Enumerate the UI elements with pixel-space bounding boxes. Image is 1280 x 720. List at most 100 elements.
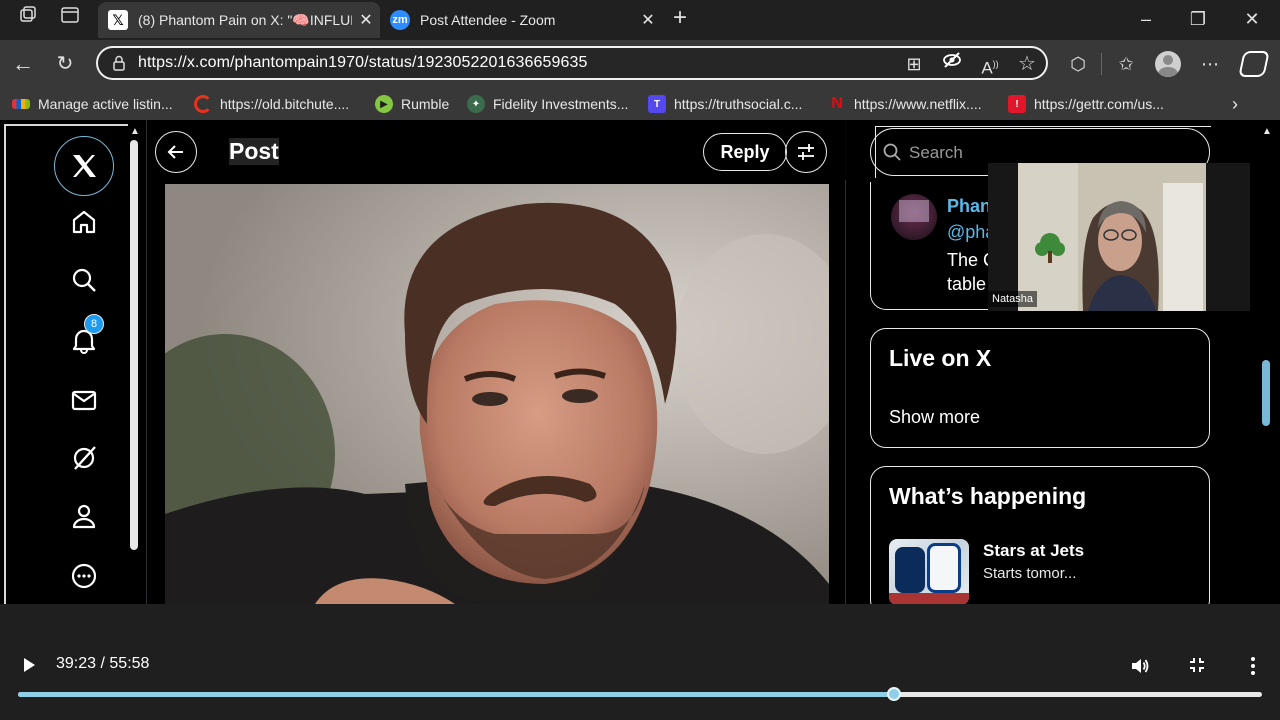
- whats-happening-card: What’s happening Stars at Jets Starts to…: [870, 466, 1210, 616]
- truthsocial-icon: T: [648, 95, 666, 113]
- extensions-icon[interactable]: ⬡: [1064, 50, 1092, 78]
- reply-button[interactable]: Reply: [703, 133, 787, 171]
- profile-name[interactable]: Phan: [947, 196, 991, 217]
- filter-settings-button[interactable]: [785, 131, 827, 173]
- new-tab-icon[interactable]: +: [666, 4, 694, 32]
- vertical-dots-icon: [1251, 657, 1255, 675]
- live-card-title: Live on X: [889, 345, 992, 371]
- bookmark-netflix[interactable]: N https://www.netflix....: [828, 94, 982, 114]
- workspaces-icon[interactable]: [14, 5, 42, 33]
- explore-icon[interactable]: [64, 260, 104, 300]
- more-bookmarks-chevron-icon[interactable]: ›: [1232, 94, 1238, 114]
- x-logo-icon[interactable]: [54, 136, 114, 196]
- netflix-icon: N: [831, 95, 843, 112]
- favorites-icon[interactable]: ✩: [1112, 50, 1140, 78]
- refresh-icon[interactable]: ↻: [51, 50, 79, 78]
- right-scroll-up-arrow-icon[interactable]: ▲: [1262, 126, 1272, 137]
- post-media-image[interactable]: [165, 184, 829, 604]
- exit-fullscreen-button[interactable]: [1188, 656, 1206, 679]
- site-info-icon[interactable]: [110, 54, 128, 72]
- profile-text-line2: table: [947, 274, 987, 294]
- volume-icon: [1132, 659, 1149, 673]
- tab-title: Post Attendee - Zoom: [420, 12, 556, 28]
- zoom-participant-video[interactable]: Natasha: [988, 163, 1250, 311]
- browser-toolbar: ← ↻ https://x.com/phantompain1970/status…: [0, 40, 1280, 88]
- bookmark-label: https://www.netflix....: [854, 96, 982, 112]
- copilot-icon[interactable]: [1238, 50, 1270, 78]
- bitchute-icon: [194, 95, 212, 113]
- participant-name-label: Natasha: [988, 291, 1037, 307]
- time-separator: /: [100, 655, 105, 672]
- bookmark-label: Manage active listin...: [38, 96, 173, 112]
- fidelity-icon: ✦: [467, 95, 485, 113]
- more-icon[interactable]: [64, 556, 104, 596]
- x-left-nav: 8: [4, 124, 128, 604]
- scroll-up-arrow-icon[interactable]: ▲: [130, 126, 140, 137]
- progress-thumb[interactable]: [886, 687, 901, 701]
- trend-thumbnail[interactable]: [889, 539, 969, 605]
- favorite-star-icon[interactable]: ☆: [1013, 50, 1041, 78]
- play-button[interactable]: [20, 656, 40, 676]
- progress-fill: [18, 692, 894, 697]
- close-tab-icon[interactable]: ✕: [352, 10, 380, 30]
- tab-title: (8) Phantom Pain on X: "🧠INFLUE: [138, 11, 352, 28]
- bookmark-label: https://gettr.com/us...: [1034, 96, 1164, 112]
- bookmarks-bar: Manage active listin... https://old.bitc…: [0, 88, 1280, 120]
- trend-subtitle: Starts tomor...: [983, 565, 1077, 582]
- post-header: Post Reply: [147, 120, 847, 180]
- close-tab-icon[interactable]: ✕: [634, 10, 662, 30]
- zoom-logo-icon: zm: [390, 10, 410, 30]
- multicolor-bar-icon: [12, 99, 30, 109]
- live-on-x-card: Live on X Show more: [870, 328, 1210, 448]
- avatar[interactable]: [891, 194, 937, 240]
- profile-avatar-icon[interactable]: [1154, 50, 1182, 78]
- left-scrollbar[interactable]: [130, 140, 138, 550]
- bookmark-bitchute[interactable]: https://old.bitchute....: [194, 94, 349, 114]
- grok-icon[interactable]: [64, 438, 104, 478]
- gettr-icon: !: [1008, 95, 1026, 113]
- tab-strip: 𝕏 (8) Phantom Pain on X: "🧠INFLUE ✕ zm P…: [0, 0, 1280, 40]
- bookmark-label: Fidelity Investments...: [493, 96, 629, 112]
- close-window-icon[interactable]: ✕: [1238, 5, 1266, 33]
- page-title: Post: [229, 138, 279, 165]
- bookmark-truthsocial[interactable]: T https://truthsocial.c...: [648, 94, 802, 114]
- right-scrollbar[interactable]: [1262, 360, 1270, 426]
- read-aloud-icon[interactable]: A)): [976, 50, 1004, 83]
- more-menu-icon[interactable]: ⋯: [1196, 50, 1224, 78]
- profile-icon[interactable]: [64, 496, 104, 536]
- restore-icon[interactable]: ❐: [1184, 5, 1212, 33]
- tab-zoom[interactable]: zm Post Attendee - Zoom ✕: [380, 2, 662, 38]
- search-placeholder: Search: [909, 143, 963, 162]
- trend-title[interactable]: Stars at Jets: [983, 541, 1084, 561]
- bookmark-gettr[interactable]: ! https://gettr.com/us...: [1008, 94, 1164, 114]
- bookmark-label: https://truthsocial.c...: [674, 96, 803, 112]
- play-icon: [24, 658, 35, 672]
- current-time: 39:23: [56, 655, 97, 672]
- tab-phantom-pain[interactable]: 𝕏 (8) Phantom Pain on X: "🧠INFLUE ✕: [98, 2, 380, 38]
- notifications-icon[interactable]: 8: [64, 314, 104, 360]
- sliders-icon: [798, 144, 814, 160]
- url-text: https://x.com/phantompain1970/status/192…: [138, 54, 588, 71]
- progress-bar[interactable]: [18, 687, 1262, 701]
- bookmark-rumble[interactable]: ▶ Rumble: [375, 94, 449, 114]
- back-arrow-button[interactable]: [155, 131, 197, 173]
- home-icon[interactable]: [64, 202, 104, 242]
- messages-icon[interactable]: [64, 380, 104, 420]
- time-display: 39:23 / 55:58: [56, 655, 149, 673]
- app-available-icon[interactable]: ⊞: [900, 50, 928, 78]
- show-more-link[interactable]: Show more: [889, 407, 980, 428]
- minimize-icon[interactable]: –: [1132, 5, 1160, 33]
- tab-actions-icon[interactable]: [56, 5, 84, 33]
- volume-button[interactable]: [1130, 656, 1150, 681]
- x-logo-icon: 𝕏: [108, 10, 128, 30]
- back-icon[interactable]: ←: [9, 50, 37, 78]
- tracking-prevention-icon[interactable]: [938, 50, 966, 78]
- rumble-icon: ▶: [375, 95, 393, 113]
- player-more-button[interactable]: [1246, 656, 1260, 681]
- duration: 55:58: [109, 655, 150, 672]
- bookmark-manage-listings[interactable]: Manage active listin...: [12, 94, 173, 114]
- toolbar-divider: [1101, 53, 1102, 75]
- notification-badge: 8: [84, 314, 104, 334]
- bookmark-fidelity[interactable]: ✦ Fidelity Investments...: [467, 94, 628, 114]
- video-player-controls: 39:23 / 55:58: [0, 604, 1280, 720]
